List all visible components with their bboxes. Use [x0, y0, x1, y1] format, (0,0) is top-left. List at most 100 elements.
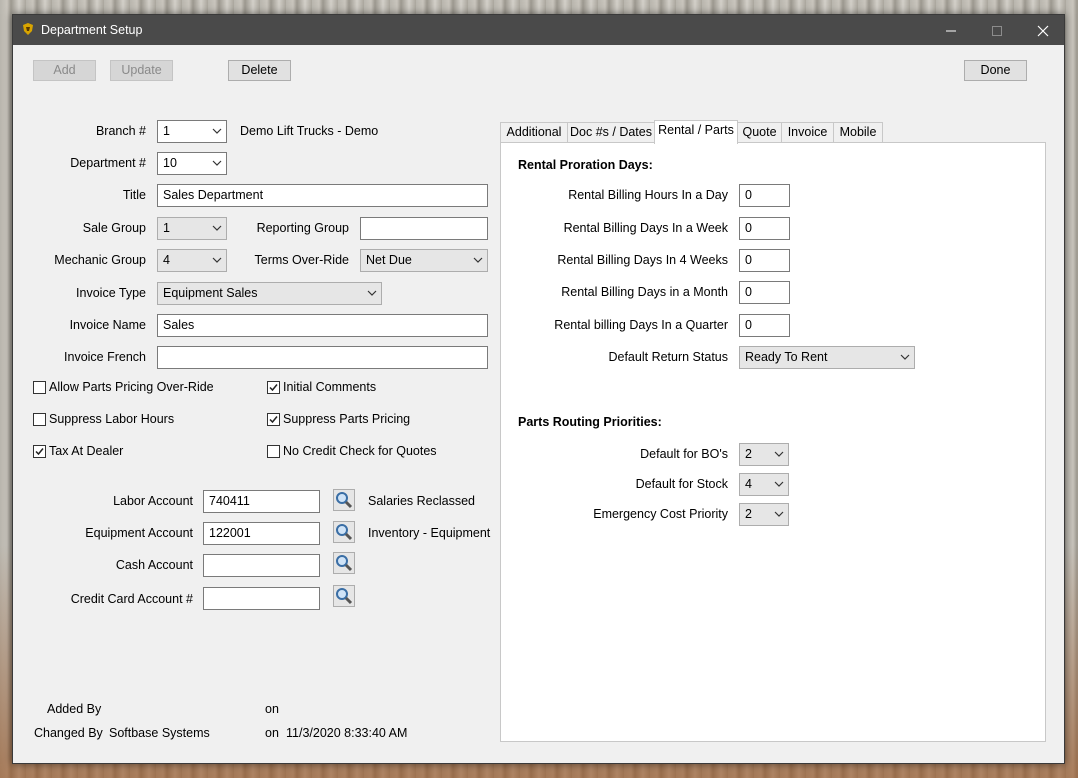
tab-rental-parts[interactable]: Rental / Parts: [654, 120, 738, 144]
suppress-labor-hours-checkbox[interactable]: [33, 413, 46, 426]
cash-account-field[interactable]: [203, 554, 320, 577]
equipment-account-label: Equipment Account: [85, 526, 193, 540]
search-icon: [336, 492, 353, 509]
days-per-month-field[interactable]: 0: [739, 281, 790, 304]
suppress-parts-pricing-checkbox[interactable]: [267, 413, 280, 426]
search-icon: [336, 555, 353, 572]
cash-account-lookup-button[interactable]: [333, 552, 355, 574]
branch-select[interactable]: 1: [157, 120, 227, 143]
default-return-status-label: Default Return Status: [608, 350, 728, 364]
reporting-group-label: Reporting Group: [256, 221, 349, 235]
title-label: Title: [122, 188, 146, 202]
labor-account-label: Labor Account: [113, 494, 193, 508]
reporting-group-field[interactable]: [360, 217, 488, 240]
mechanic-group-label: Mechanic Group: [54, 253, 146, 267]
initial-comments-checkbox[interactable]: [267, 381, 280, 394]
chevron-down-icon: [473, 257, 483, 263]
chevron-down-icon: [212, 257, 222, 263]
credit-card-account-label: Credit Card Account #: [70, 592, 193, 606]
add-button[interactable]: Add: [33, 60, 96, 81]
credit-card-account-field[interactable]: [203, 587, 320, 610]
invoice-type-label: Invoice Type: [76, 286, 146, 300]
default-bo-label: Default for BO's: [640, 447, 728, 461]
default-return-status-select[interactable]: Ready To Rent: [739, 346, 915, 369]
days-per-week-label: Rental Billing Days In a Week: [563, 221, 728, 235]
invoice-type-value: Equipment Sales: [163, 286, 258, 300]
tab-additional[interactable]: Additional: [500, 122, 568, 143]
credit-card-account-lookup-button[interactable]: [333, 585, 355, 607]
invoice-name-field[interactable]: Sales: [157, 314, 488, 337]
chevron-down-icon: [774, 511, 784, 517]
terms-value: Net Due: [366, 253, 412, 267]
branch-value: 1: [163, 124, 170, 138]
changed-by-label: Changed By: [34, 726, 103, 740]
equipment-account-field[interactable]: 122001: [203, 522, 320, 545]
cash-account-label: Cash Account: [115, 558, 193, 572]
sale-group-label: Sale Group: [82, 221, 146, 235]
no-credit-check-checkbox[interactable]: [267, 445, 280, 458]
emergency-cost-priority-select[interactable]: 2: [739, 503, 789, 526]
department-label: Department #: [70, 156, 146, 170]
days-per-4-weeks-field[interactable]: 0: [739, 249, 790, 272]
title-field[interactable]: Sales Department: [157, 184, 488, 207]
labor-account-description: Salaries Reclassed: [368, 494, 475, 508]
rental-proration-heading: Rental Proration Days:: [518, 158, 653, 172]
minimize-button[interactable]: [928, 15, 974, 45]
window-title: Department Setup: [41, 23, 143, 37]
days-per-quarter-field[interactable]: 0: [739, 314, 790, 337]
title-bar: Department Setup: [13, 15, 1064, 45]
tab-invoice[interactable]: Invoice: [781, 122, 834, 143]
suppress-labor-hours-label: Suppress Labor Hours: [49, 412, 175, 426]
close-button[interactable]: [1020, 15, 1066, 45]
terms-select[interactable]: Net Due: [360, 249, 488, 272]
default-stock-select[interactable]: 4: [739, 473, 789, 496]
emergency-cost-priority-value: 2: [745, 507, 752, 521]
added-by-label: Added By: [47, 702, 102, 716]
labor-account-lookup-button[interactable]: [333, 489, 355, 511]
tab-mobile[interactable]: Mobile: [833, 122, 883, 143]
department-setup-window: Department Setup Add Update Delete Done …: [12, 14, 1065, 764]
minimize-icon: [946, 30, 956, 32]
days-per-week-field[interactable]: 0: [739, 217, 790, 240]
done-button[interactable]: Done: [964, 60, 1027, 81]
hours-per-day-field[interactable]: 0: [739, 184, 790, 207]
labor-account-field[interactable]: 740411: [203, 490, 320, 513]
equipment-account-lookup-button[interactable]: [333, 521, 355, 543]
tax-at-dealer-checkbox[interactable]: [33, 445, 46, 458]
mechanic-group-select[interactable]: 4: [157, 249, 227, 272]
sale-group-select[interactable]: 1: [157, 217, 227, 240]
delete-button[interactable]: Delete: [228, 60, 291, 81]
maximize-button[interactable]: [974, 15, 1020, 45]
default-bo-select[interactable]: 2: [739, 443, 789, 466]
branch-name: Demo Lift Trucks - Demo: [240, 124, 379, 138]
no-credit-check-label: No Credit Check for Quotes: [283, 444, 437, 458]
search-icon: [336, 524, 353, 541]
sale-group-value: 1: [163, 221, 170, 235]
tab-quote[interactable]: Quote: [737, 122, 782, 143]
update-button[interactable]: Update: [110, 60, 173, 81]
close-icon: [1037, 25, 1049, 37]
changed-by-value: Softbase Systems: [109, 726, 210, 740]
branch-label: Branch #: [95, 124, 146, 138]
chevron-down-icon: [774, 451, 784, 457]
department-select[interactable]: 10: [157, 152, 227, 175]
invoice-name-label: Invoice Name: [69, 318, 146, 332]
chevron-down-icon: [212, 128, 222, 134]
changed-on-label: on: [265, 726, 279, 740]
rental-parts-panel: Rental Proration Days: Rental Billing Ho…: [500, 142, 1046, 742]
tab-doc-dates[interactable]: Doc #s / Dates: [567, 122, 655, 143]
default-bo-value: 2: [745, 447, 752, 461]
days-per-month-label: Rental Billing Days in a Month: [561, 285, 728, 299]
checkmark-icon: [35, 448, 44, 456]
days-per-quarter-label: Rental billing Days In a Quarter: [554, 318, 728, 332]
allow-parts-pricing-checkbox[interactable]: [33, 381, 46, 394]
chevron-down-icon: [367, 290, 377, 296]
days-per-4-weeks-label: Rental Billing Days In 4 Weeks: [557, 253, 728, 267]
department-value: 10: [163, 156, 177, 170]
equipment-account-description: Inventory - Equipment: [368, 526, 491, 540]
invoice-type-select[interactable]: Equipment Sales: [157, 282, 382, 305]
tax-at-dealer-label: Tax At Dealer: [49, 444, 124, 458]
invoice-french-field[interactable]: [157, 346, 488, 369]
checkmark-icon: [269, 384, 278, 392]
invoice-french-label: Invoice French: [64, 350, 146, 364]
